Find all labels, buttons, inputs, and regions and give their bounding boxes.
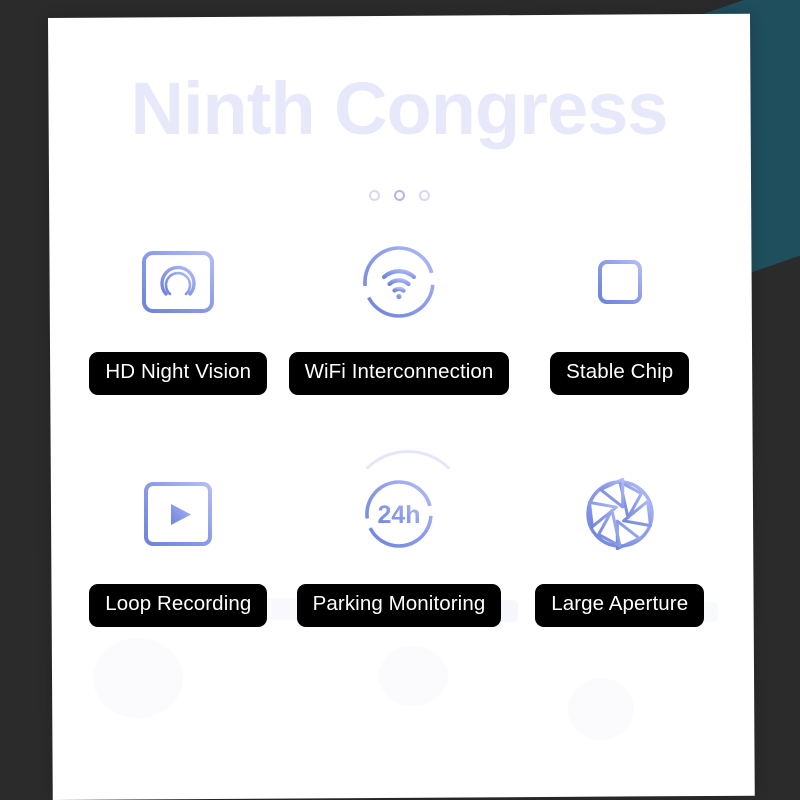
feature-item-large-aperture[interactable]: Large Aperture [509,446,730,636]
camera-aperture-icon [574,468,666,560]
24h-parking-monitor-icon: 24h [353,468,445,560]
page-title: Ninth Congress [130,67,668,150]
ghost-blob-2 [378,646,448,706]
carousel-dots[interactable] [48,190,750,201]
loop-recording-video-icon [132,468,224,560]
feature-item-parking-monitoring[interactable]: 24h Parking Monitoring [289,446,510,636]
feature-label-loop-recording: Loop Recording [89,584,268,627]
feature-item-wifi-interconnection[interactable]: WiFi Interconnection [288,230,510,420]
carousel-dot-1[interactable] [368,190,380,201]
feature-label-hd-night-vision: HD Night Vision [89,352,268,395]
screenshot-backdrop: Ninth Congress HD Night Vision WiFi Inte… [0,0,800,800]
feature-label-wifi-interconnection: WiFi Interconnection [288,352,510,395]
ghost-blob-1 [93,638,183,718]
content-sheet: Ninth Congress HD Night Vision WiFi Inte… [48,13,755,800]
feature-label-large-aperture: Large Aperture [535,584,705,627]
feature-item-loop-recording[interactable]: Loop Recording [68,446,289,636]
feature-grid: HD Night Vision WiFi Interconnection Sta… [68,230,730,636]
feature-item-hd-night-vision[interactable]: HD Night Vision [68,230,289,420]
carousel-dot-2[interactable] [393,190,405,201]
feature-label-stable-chip: Stable Chip [550,352,690,395]
svg-text:24h: 24h [377,501,420,529]
feature-label-parking-monitoring: Parking Monitoring [296,584,502,627]
chip-icon [574,236,666,328]
wifi-interconnection-icon [353,236,445,328]
feature-item-stable-chip[interactable]: Stable Chip [509,230,730,420]
ghost-blob-3 [568,678,634,740]
night-vision-camera-icon [132,236,224,328]
carousel-dot-3[interactable] [418,190,430,201]
